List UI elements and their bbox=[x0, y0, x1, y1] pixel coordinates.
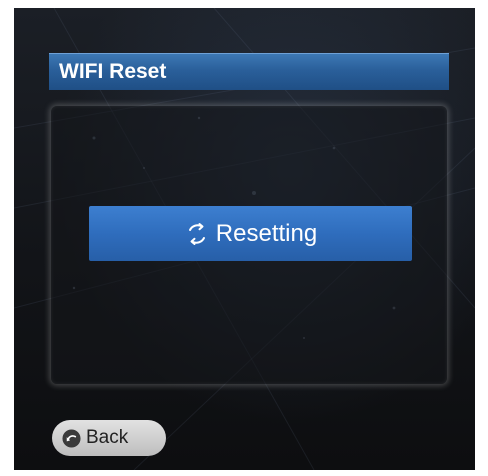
title-bar: WIFI Reset bbox=[49, 53, 449, 90]
page-title: WIFI Reset bbox=[59, 60, 167, 83]
resetting-button[interactable]: Resetting bbox=[89, 206, 412, 261]
back-button[interactable]: Back bbox=[52, 420, 166, 456]
device-screen: WIFI Reset Resetting Back bbox=[14, 8, 475, 470]
back-arrow-icon bbox=[62, 428, 81, 448]
resetting-label: Resetting bbox=[215, 219, 318, 247]
back-label: Back bbox=[86, 427, 129, 448]
refresh-icon bbox=[188, 222, 205, 245]
